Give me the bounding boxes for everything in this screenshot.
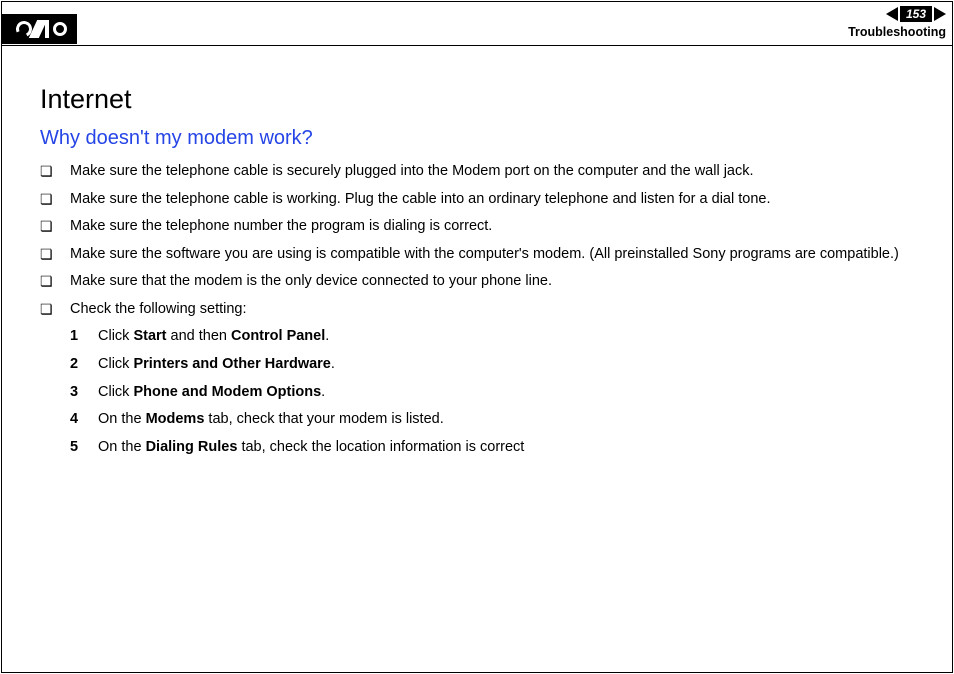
next-page-arrow-icon[interactable] [934,7,946,21]
step-bold: Printers and Other Hardware [133,356,330,372]
question-heading: Why doesn't my modem work? [40,127,916,150]
page-nav: 153 [848,6,946,22]
page-header: 153 Troubleshooting [2,2,952,46]
section-label: Troubleshooting [848,25,946,39]
step-item: Click Phone and Modem Options. [70,383,916,403]
step-item: On the Dialing Rules tab, check the loca… [70,438,916,458]
list-item: Make sure the telephone cable is securel… [40,162,916,182]
page: 153 Troubleshooting Internet Why doesn't… [1,1,953,673]
step-text: . [321,384,325,400]
step-text: . [331,356,335,372]
page-title: Internet [40,84,916,115]
header-right: 153 Troubleshooting [848,2,946,39]
step-bold: Phone and Modem Options [133,384,321,400]
step-text: Click [98,384,133,400]
step-text: . [325,328,329,344]
list-item: Make sure the software you are using is … [40,245,916,265]
list-item: Make sure the telephone number the progr… [40,217,916,237]
step-item: Click Start and then Control Panel. [70,327,916,347]
bullet-list: Make sure the telephone cable is securel… [40,162,916,319]
list-item: Make sure the telephone cable is working… [40,190,916,210]
step-text: tab, check the location information is c… [237,439,524,455]
list-item: Check the following setting: [40,300,916,320]
numbered-steps: Click Start and then Control Panel. Clic… [40,327,916,457]
step-text: Click [98,328,133,344]
step-item: On the Modems tab, check that your modem… [70,410,916,430]
step-text: tab, check that your modem is listed. [204,411,443,427]
step-text: On the [98,411,146,427]
prev-page-arrow-icon[interactable] [886,7,898,21]
step-bold: Start [133,328,166,344]
step-item: Click Printers and Other Hardware. [70,355,916,375]
page-content: Internet Why doesn't my modem work? Make… [2,46,952,457]
step-bold: Control Panel [231,328,325,344]
step-text: Click [98,356,133,372]
step-bold: Modems [146,411,205,427]
vaio-logo [2,14,77,44]
step-text: and then [167,328,232,344]
step-text: On the [98,439,146,455]
page-number-badge: 153 [900,6,932,22]
list-item: Make sure that the modem is the only dev… [40,272,916,292]
step-bold: Dialing Rules [146,439,238,455]
